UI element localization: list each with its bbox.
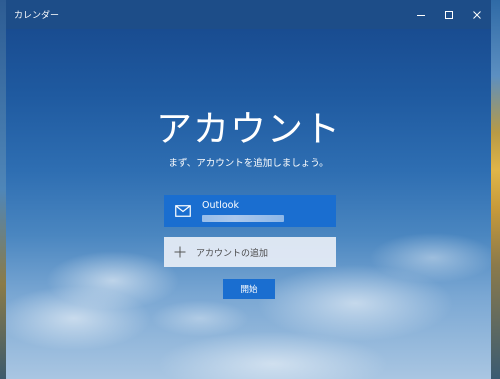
add-account-button[interactable]: アカウントの追加 [164,237,336,267]
account-tile-outlook[interactable]: Outlook [164,195,336,227]
minimize-icon [417,14,425,16]
calendar-app-window: カレンダー アカウント まず、アカウントを追加しましょう。 Outlook アカ… [6,0,491,379]
start-button[interactable]: 開始 [223,279,275,299]
maximize-button[interactable] [435,0,463,29]
maximize-icon [445,10,453,19]
window-controls [407,0,491,29]
plus-icon [174,246,186,258]
account-email-redacted [202,215,284,222]
title-bar[interactable]: カレンダー [6,0,491,29]
minimize-button[interactable] [407,0,435,29]
window-title: カレンダー [14,11,60,21]
account-info: Outlook [202,200,284,222]
desktop-background-right [491,0,500,379]
close-icon [473,10,481,19]
mail-icon [175,205,191,217]
page-title: アカウント [155,109,341,150]
add-account-label: アカウントの追加 [196,248,269,259]
page-subtitle: まず、アカウントを追加しましょう。 [168,158,329,169]
close-button[interactable] [463,0,491,29]
account-provider-name: Outlook [202,200,239,211]
